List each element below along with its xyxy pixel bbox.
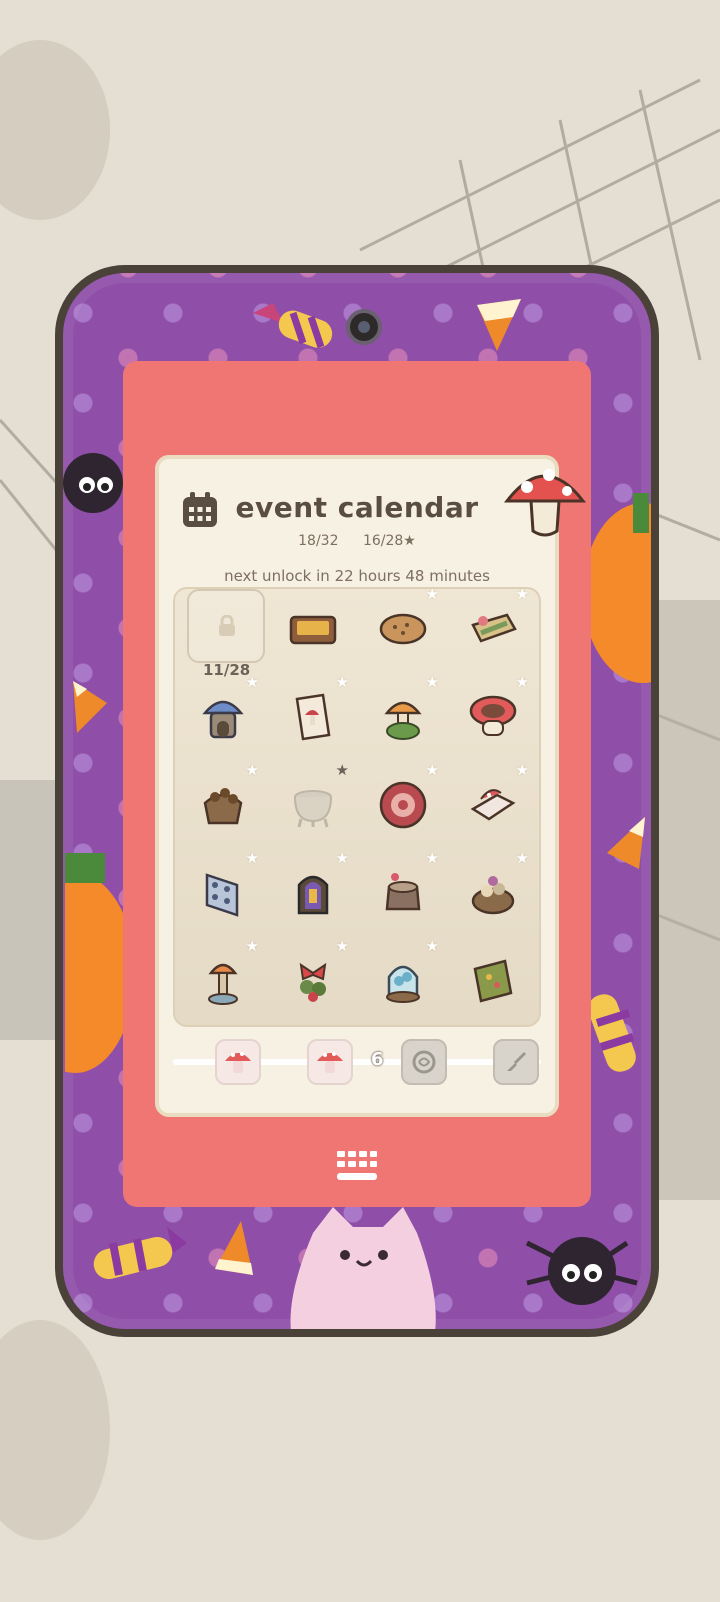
star-badge: ★ [425,673,439,691]
star-badge: ★ [425,585,439,603]
mushroom-house-icon [202,700,244,739]
mushroom-badge-icon [503,469,587,537]
spider-sticker [525,1237,638,1305]
star-badge: ★ [245,849,259,867]
phone-frame: event calendar 18/32 16/28★ next unlock … [55,265,659,1337]
grid-cell[interactable] [449,941,535,1027]
candy-corn-sticker [607,817,645,869]
camera-lens [346,309,382,345]
grid-cell[interactable]: ★ [449,585,535,675]
days-progress: 18/32 [298,533,339,549]
star-badge: ★ [245,761,259,779]
candy-corn-sticker [73,681,107,733]
tile-panel-icon [205,873,239,917]
mushroom-rug-icon [379,781,427,829]
mushroom-stool-icon [469,695,517,736]
mushroom-reward-icon [317,1052,343,1073]
bed-icon [471,613,517,643]
grid-cell[interactable]: ★ [179,937,265,1027]
mushroom-lantern-icon [208,963,238,1005]
grid-cell[interactable]: ★ [359,937,445,1027]
lock-icon [219,615,235,636]
candy-sticker [588,994,636,1072]
mushroom-card-icon [295,693,331,741]
grid-cell[interactable]: ★ [269,849,355,939]
star-badge: ★ [335,761,349,779]
broom-reward-icon [507,1051,527,1071]
star-badge: ★ [335,849,349,867]
calendar-title: event calendar [235,491,479,524]
tree-stump-icon [385,873,421,911]
grid-cell[interactable]: ★ [449,761,535,851]
grid-cell[interactable]: ★ [359,585,445,675]
star-badge: ★ [245,673,259,691]
grid-cell[interactable]: ★ [359,849,445,939]
candy-sticker [93,1227,187,1280]
next-unlock-text: next unlock in 22 hours 48 minutes [224,567,490,585]
grid-cell[interactable]: ★ [269,761,355,851]
star-badge: ★ [515,761,529,779]
grid-cell-locked[interactable]: 11/28 [179,589,265,679]
grid-cell[interactable]: ★ [449,849,535,939]
scroll-rug-icon [473,959,513,1003]
glass-dome-icon [386,965,420,1003]
star-badge: ★ [515,585,529,603]
star-badge: ★ [335,673,349,691]
acorn-bag-icon [203,788,243,825]
candy-corn-sticker [477,299,521,351]
round-table-icon [379,613,427,645]
rose-reward-icon [412,1050,436,1074]
star-badge: ★ [515,673,529,691]
reward-count: 6 [371,1049,384,1070]
locked-slot [187,589,265,663]
candy-corn-sticker [215,1221,253,1275]
grid-cell[interactable]: ★ [179,673,265,763]
candy-sticker [253,303,333,349]
reward-mushroom-1[interactable] [215,1039,261,1085]
bow-garland-icon [299,962,327,1002]
star-badge: ★ [425,937,439,955]
reward-broom[interactable] [493,1039,539,1085]
pumpkin-sticker [583,493,651,683]
grid-cell[interactable]: ★ [359,761,445,851]
cat-ghost-sticker [290,1207,436,1329]
grid-cell[interactable] [269,589,355,675]
grid-cell[interactable]: ★ [269,937,355,1027]
mushroom-basket-icon [471,876,515,915]
grid-cell[interactable]: ★ [359,673,445,763]
star-badge: ★ [515,849,529,867]
grid-cell[interactable]: ★ [179,849,265,939]
cauldron-icon [294,790,332,828]
star-badge: ★ [335,937,349,955]
mushroom-reward-icon [225,1052,251,1073]
reward-mushroom-2[interactable] [307,1039,353,1085]
grid-cell[interactable]: ★ [179,761,265,851]
calendar-stats: 18/32 16/28★ [159,533,555,549]
wooden-tray-icon [289,615,337,645]
stained-window-icon [297,875,329,915]
grid-cell[interactable]: ★ [269,673,355,763]
grid-cell[interactable]: ★ [449,673,535,763]
stars-progress: 16/28★ [362,533,416,549]
star-badge: ★ [245,937,259,955]
star-badge: ★ [425,849,439,867]
apps-grid-button[interactable] [337,1147,377,1185]
mushroom-sofa-icon [470,789,516,821]
item-grid: 11/28 ★ ★ ★ ★ ★ ★ ★ ★ ★ ★ ★ ★ ★ ★ ★ ★ ★ [173,585,541,1027]
event-calendar-card: event calendar 18/32 16/28★ next unlock … [155,455,559,1117]
reward-rose[interactable] [401,1039,447,1085]
mushroom-lamp-icon [384,701,422,740]
star-badge: ★ [425,761,439,779]
